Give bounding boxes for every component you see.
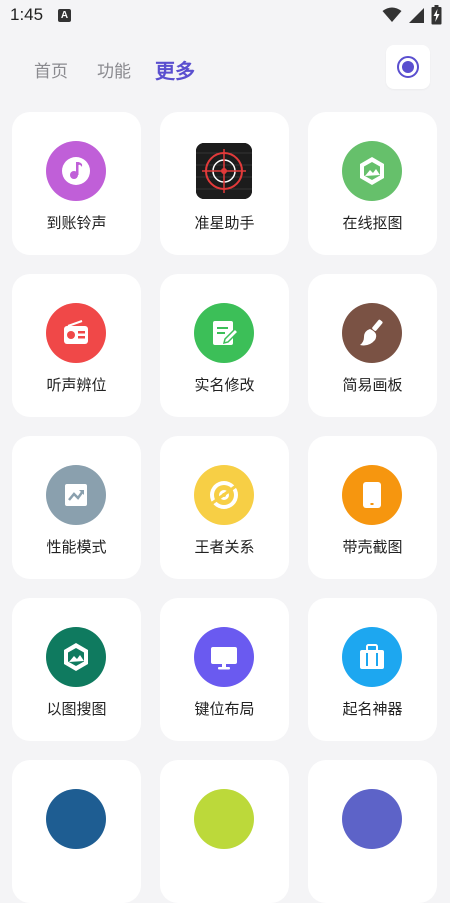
tab-more[interactable]: 更多 [155, 55, 195, 84]
partial-app-icon [342, 789, 402, 849]
tool-card-partial[interactable] [12, 760, 141, 903]
tool-card-crosshair-helper[interactable]: 准星助手 [160, 112, 289, 255]
briefcase-icon [342, 627, 402, 687]
record-button[interactable] [386, 45, 430, 89]
tool-card-simple-sketchpad[interactable]: 简易画板 [308, 274, 437, 417]
disc-icon [194, 465, 254, 525]
tool-card-realname-edit[interactable]: 实名修改 [160, 274, 289, 417]
edit-note-icon [194, 303, 254, 363]
tool-card-king-relations[interactable]: 王者关系 [160, 436, 289, 579]
tool-label: 起名神器 [342, 700, 403, 718]
tool-card-arrival-ringtone[interactable]: 到账铃声 [12, 112, 141, 255]
notification-badge: A [58, 9, 71, 22]
tool-card-partial[interactable] [308, 760, 437, 903]
tool-card-name-generator[interactable]: 起名神器 [308, 598, 437, 741]
partial-app-icon [194, 789, 254, 849]
tool-card-framed-screenshot[interactable]: 带壳截图 [308, 436, 437, 579]
record-icon [397, 56, 419, 78]
tab-home[interactable]: 首页 [34, 57, 68, 82]
tool-label: 键位布局 [194, 700, 255, 718]
battery-charging-icon [431, 5, 442, 25]
tool-card-partial[interactable] [160, 760, 289, 903]
image-search-icon [46, 627, 106, 687]
tool-card-sound-locator[interactable]: 听声辨位 [12, 274, 141, 417]
tool-card-key-layout[interactable]: 键位布局 [160, 598, 289, 741]
trending-up-icon [46, 465, 106, 525]
tool-label: 到账铃声 [46, 214, 107, 232]
tool-card-performance-mode[interactable]: 性能模式 [12, 436, 141, 579]
tab-functions[interactable]: 功能 [97, 57, 131, 82]
phone-frame-icon [342, 465, 402, 525]
top-nav: 首页 功能 更多 [0, 45, 450, 90]
tool-label: 简易画板 [342, 376, 403, 394]
image-cutout-icon [342, 141, 402, 201]
wifi-icon [382, 7, 402, 22]
tool-card-online-cutout[interactable]: 在线抠图 [308, 112, 437, 255]
tool-label: 性能模式 [46, 538, 107, 556]
tool-label: 王者关系 [194, 538, 255, 556]
partial-app-icon [46, 789, 106, 849]
tool-label: 准星助手 [194, 214, 255, 232]
status-icons [382, 5, 442, 25]
crosshair-icon [196, 143, 252, 199]
tool-label: 实名修改 [194, 376, 255, 394]
status-time: 1:45 [10, 5, 44, 24]
brush-icon [342, 303, 402, 363]
music-note-icon [46, 141, 106, 201]
tool-label: 在线抠图 [342, 214, 403, 232]
monitor-icon [194, 627, 254, 687]
tool-label: 以图搜图 [46, 700, 107, 718]
tool-label: 听声辨位 [46, 376, 107, 394]
signal-icon [409, 7, 424, 23]
tool-label: 带壳截图 [342, 538, 403, 556]
radio-icon [46, 303, 106, 363]
tools-grid: 到账铃声 准星助手 在线抠图 听声辨位 实名修改 简易画板 性能模式 王者关系 … [12, 112, 438, 903]
status-bar: 1:45 A [0, 0, 450, 32]
tool-card-image-search[interactable]: 以图搜图 [12, 598, 141, 741]
